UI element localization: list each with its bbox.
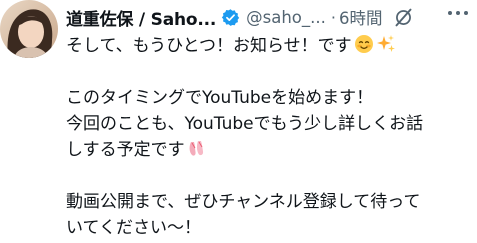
verified-badge-icon (221, 8, 240, 27)
tweet-line-5: しする予定です (66, 137, 471, 163)
tweet-line-1: そして、もうひとつ！お知らせ！です (66, 33, 471, 59)
sparkles-icon (376, 34, 396, 62)
separator-dot: · (330, 7, 336, 27)
avatar-photo-icon (0, 0, 58, 58)
tweet-header: 道重佐保 / Saho... @saho_... · 6時間 (66, 4, 473, 30)
tweet-line-5-text: しする予定です (66, 140, 185, 160)
tweet-line-7: 動画公開まで、ぜひチャンネル登録して待って (66, 192, 421, 212)
tweet-card: 道重佐保 / Saho... @saho_... · 6時間 そして、もうひとつ… (0, 0, 477, 243)
tweet-line-4: 今回のことも、YouTubeでもう少し詳しくお話 (66, 114, 424, 134)
avatar[interactable] (0, 0, 58, 58)
more-options-icon[interactable] (447, 3, 469, 23)
grok-icon[interactable] (393, 7, 414, 28)
timestamp[interactable]: 6時間 (339, 5, 383, 29)
tweet-text: そして、もうひとつ！お知らせ！です このタイミングでYouTubeを始めます！ … (66, 33, 471, 241)
ballet-shoes-icon (187, 138, 207, 166)
display-name[interactable]: 道重佐保 / Saho... (66, 5, 216, 30)
tweet-line-1-text: そして、もうひとつ！お知らせ！です (66, 36, 352, 56)
tweet-line-8: いてください〜！ (66, 218, 201, 238)
tweet-line-3: このタイミングでYouTubeを始めます！ (66, 88, 374, 108)
user-handle[interactable]: @saho_... (246, 8, 326, 27)
smiling-face-icon (354, 34, 374, 62)
